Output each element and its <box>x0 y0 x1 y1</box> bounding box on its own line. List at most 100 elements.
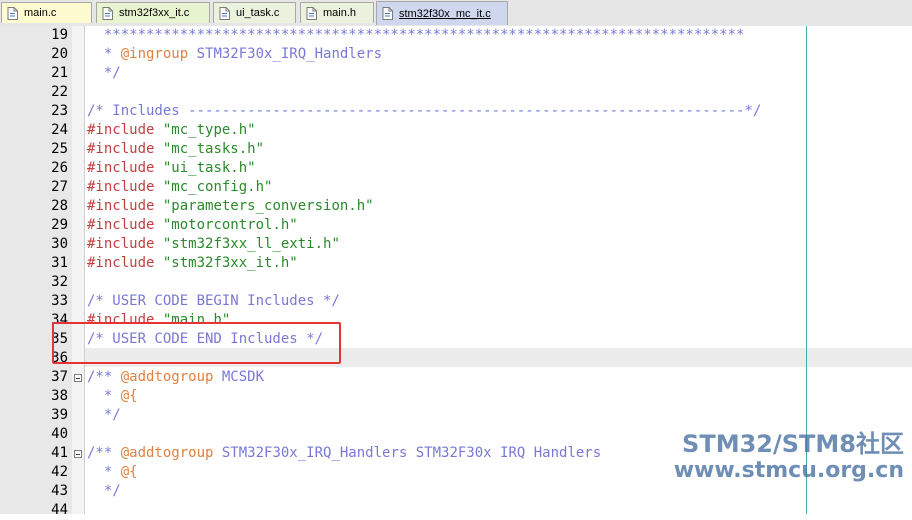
code-token: #include <box>87 179 155 195</box>
code-token: STM32F30x_IRQ_Handlers STM32F30x IRQ Han… <box>213 445 602 461</box>
tab-stm32f3xx-it-c[interactable]: stm32f3xx_it.c <box>96 2 210 23</box>
tab-label: stm32f30x_mc_it.c <box>399 7 491 20</box>
tab-stm32f30x-mc-it-c[interactable]: stm32f30x_mc_it.c <box>376 1 508 25</box>
code-token: #include <box>87 255 155 271</box>
code-token: @{ <box>120 464 138 480</box>
code-line[interactable]: /** @addtogroup MCSDK <box>87 368 264 387</box>
code-token: "ui_task.h" <box>154 160 256 176</box>
code-token: "mc_tasks.h" <box>154 141 265 157</box>
tab-main-c[interactable]: main.c <box>1 2 92 23</box>
tab-label: main.c <box>24 7 57 19</box>
code-token: "stm32f3xx_ll_exti.h" <box>154 236 340 252</box>
code-line[interactable]: ****************************************… <box>87 26 745 45</box>
tab-label: stm32f3xx_it.c <box>119 7 190 19</box>
line-number: 38 <box>51 388 68 404</box>
tab-label: main.h <box>323 7 357 19</box>
code-token: * <box>87 388 121 404</box>
line-number: 20 <box>51 46 68 62</box>
file-icon <box>306 6 317 20</box>
code-line[interactable]: */ <box>87 406 121 425</box>
tab-ui-task-c[interactable]: ui_task.c <box>213 2 296 23</box>
code-line[interactable]: */ <box>87 482 121 501</box>
code-line[interactable]: /** @addtogroup STM32F30x_IRQ_Handlers S… <box>87 444 601 463</box>
line-number: 33 <box>51 293 68 309</box>
code-token: STM32F30x_IRQ_Handlers <box>188 46 383 62</box>
line-number: 44 <box>51 502 68 518</box>
code-token: #include <box>87 160 155 176</box>
file-icon <box>219 6 230 20</box>
tab-main-h[interactable]: main.h <box>300 2 374 23</box>
code-token: /* USER CODE BEGIN Includes */ <box>87 293 340 309</box>
code-token: #include <box>87 141 155 157</box>
line-number: 29 <box>51 217 68 233</box>
line-number: 25 <box>51 141 68 157</box>
file-tab-bar: main.c stm32f3xx_it.c ui_task.c main.h stm32… <box>0 0 912 27</box>
code-line[interactable]: #include "mc_config.h" <box>87 178 272 197</box>
code-line[interactable]: #include "stm32f3xx_ll_exti.h" <box>87 235 340 254</box>
line-number: 27 <box>51 179 68 195</box>
line-number: 40 <box>51 426 68 442</box>
code-line[interactable]: */ <box>87 64 121 83</box>
line-number: 30 <box>51 236 68 252</box>
line-number-gutter: 19 20 21 22 23 24 25 26 27 28 29 30 31 32 33 34 35 36 37 38… <box>0 26 72 518</box>
code-token: "parameters_conversion.h" <box>154 198 374 214</box>
line-number: 23 <box>51 103 68 119</box>
line-number: 43 <box>51 483 68 499</box>
line-number: 24 <box>51 122 68 138</box>
code-line[interactable]: * @{ <box>87 387 138 406</box>
code-line[interactable]: #include "motorcontrol.h" <box>87 216 298 235</box>
code-line[interactable]: #include "stm32f3xx_it.h" <box>87 254 298 273</box>
line-number: 42 <box>51 464 68 480</box>
code-token: "mc_type.h" <box>154 122 256 138</box>
watermark-url: www.stmcu.org.cn <box>673 458 904 483</box>
code-token: /** <box>87 445 121 461</box>
code-token: #include <box>87 198 155 214</box>
code-line[interactable]: * @ingroup STM32F30x_IRQ_Handlers <box>87 45 382 64</box>
code-line[interactable]: /* Includes ----------------------------… <box>87 102 761 121</box>
watermark: STM32/STM8社区 www.stmcu.org.cn <box>674 430 904 484</box>
fold-toggle-icon[interactable] <box>74 374 82 382</box>
code-token: * <box>87 464 121 480</box>
fold-margin <box>72 26 85 514</box>
fold-toggle-icon[interactable] <box>74 450 82 458</box>
code-token: MCSDK <box>213 369 265 385</box>
code-token: @{ <box>120 388 138 404</box>
code-token: * <box>87 46 121 62</box>
code-token: */ <box>87 65 121 81</box>
code-token: */ <box>87 407 121 423</box>
code-token: @addtogroup <box>120 445 214 461</box>
line-number: 21 <box>51 65 68 81</box>
line-number: 22 <box>51 84 68 100</box>
code-line[interactable]: /* USER CODE BEGIN Includes */ <box>87 292 340 311</box>
code-token: @addtogroup <box>120 369 214 385</box>
code-token: #include <box>87 236 155 252</box>
code-token: */ <box>87 483 121 499</box>
code-line[interactable]: #include "ui_task.h" <box>87 159 256 178</box>
tab-label: ui_task.c <box>236 7 280 19</box>
code-token: /** <box>87 369 121 385</box>
annotation-box <box>52 322 341 364</box>
file-icon <box>7 6 18 20</box>
code-line[interactable]: * @{ <box>87 463 138 482</box>
code-token: "stm32f3xx_it.h" <box>154 255 298 271</box>
code-token: /* Includes ----------------------------… <box>87 103 762 119</box>
line-number: 19 <box>51 27 68 43</box>
code-token: @ingroup <box>120 46 189 62</box>
line-number: 37 <box>51 369 68 385</box>
code-token: "mc_config.h" <box>154 179 273 195</box>
line-number: 28 <box>51 198 68 214</box>
watermark-title: STM32/STM8社区 <box>682 430 904 458</box>
line-number: 39 <box>51 407 68 423</box>
code-line[interactable]: #include "parameters_conversion.h" <box>87 197 374 216</box>
code-line[interactable]: #include "mc_tasks.h" <box>87 140 264 159</box>
line-number: 31 <box>51 255 68 271</box>
code-token: "motorcontrol.h" <box>154 217 298 233</box>
line-number: 32 <box>51 274 68 290</box>
code-token: ****************************************… <box>87 27 745 43</box>
code-token: #include <box>87 122 155 138</box>
line-number: 41 <box>51 445 68 461</box>
file-icon <box>102 6 113 20</box>
file-icon <box>382 7 393 20</box>
line-number: 26 <box>51 160 68 176</box>
code-line[interactable]: #include "mc_type.h" <box>87 121 256 140</box>
